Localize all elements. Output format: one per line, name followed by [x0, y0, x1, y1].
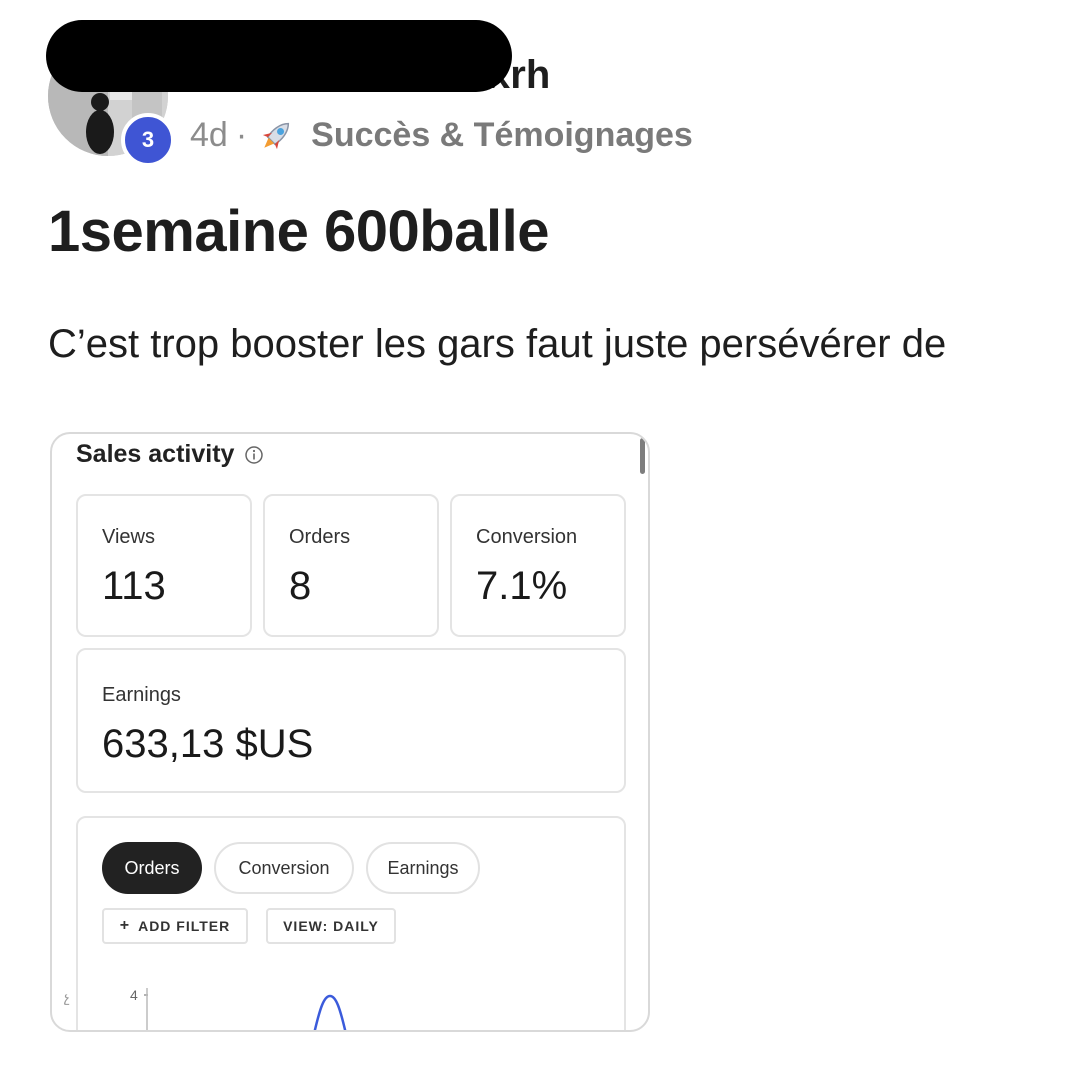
tab-conversion[interactable]: Conversion [214, 842, 354, 894]
earnings-value: 633,13 $US [102, 722, 314, 766]
cut-axis-label: չ [64, 989, 70, 1005]
add-filter-label: ADD FILTER [138, 918, 231, 934]
y-tick-label: 4 [130, 987, 138, 1003]
tab-earnings[interactable]: Earnings [366, 842, 480, 894]
add-filter-button[interactable]: + ADD FILTER [102, 908, 248, 944]
orders-value: 8 [289, 564, 312, 608]
level-badge: 3 [121, 113, 175, 167]
conversion-label: Conversion [476, 526, 578, 548]
scrollbar-thumb [640, 438, 645, 474]
post-title: 1semaine 600balle [48, 199, 549, 264]
attached-screenshot[interactable]: Sales activity Views 113 Orders 8 Conver… [50, 432, 650, 1032]
orders-series-line [313, 994, 347, 1030]
community-post: 3 xrh 4d · Succès & Témoignages 1semaine… [0, 0, 1080, 1080]
conversion-stat-card: Conversion 7.1% [450, 494, 626, 637]
views-label: Views [102, 526, 155, 548]
views-value: 113 [102, 564, 166, 608]
views-stat-card: Views 113 [76, 494, 252, 637]
info-icon [244, 445, 264, 465]
tab-orders[interactable]: Orders [102, 842, 202, 894]
post-meta: 4d · Succès & Témoignages [190, 110, 693, 160]
post-category-link[interactable]: Succès & Témoignages [311, 116, 693, 155]
sales-activity-title: Sales activity [76, 440, 235, 468]
post-age[interactable]: 4d [190, 116, 228, 155]
orders-label: Orders [289, 526, 351, 548]
redaction-bar [46, 20, 512, 92]
earnings-label: Earnings [102, 684, 181, 706]
orders-stat-card: Orders 8 [263, 494, 439, 637]
meta-separator: · [235, 115, 248, 154]
post-body: C’est trop booster les gars faut juste p… [48, 322, 947, 366]
sales-activity-heading: Sales activity [76, 440, 264, 469]
earnings-stat-card: Earnings 633,13 $US [76, 648, 626, 793]
rocket-icon [257, 115, 297, 155]
conversion-value: 7.1% [476, 564, 568, 608]
orders-line-chart: չ 4 [64, 987, 347, 1030]
plus-icon: + [119, 917, 131, 934]
view-daily-button[interactable]: VIEW: DAILY [266, 908, 396, 944]
